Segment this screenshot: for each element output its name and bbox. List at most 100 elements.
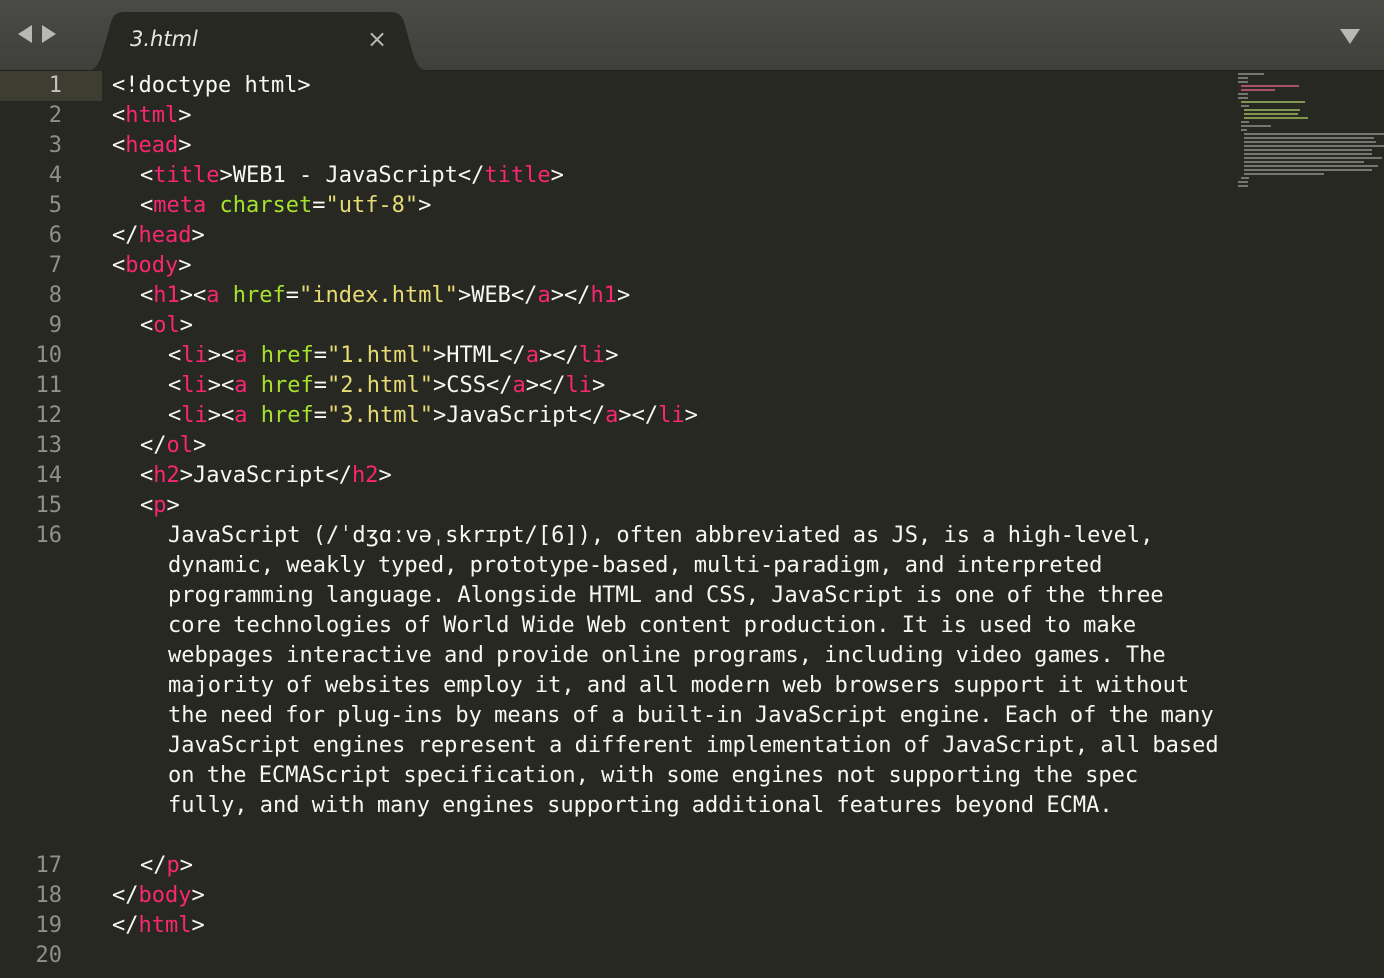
- code-line: <p>: [112, 491, 1227, 521]
- arrow-left-icon[interactable]: [18, 25, 32, 43]
- code-line: <li><a href="2.html">CSS</a></li>: [112, 371, 1227, 401]
- punct: <: [140, 463, 154, 488]
- line-number: 8: [48, 283, 62, 308]
- tag-name: ol: [166, 433, 194, 458]
- code-area[interactable]: <!doctype html> <html> <head> <title>WEB…: [112, 71, 1227, 971]
- minimap-line: [1244, 161, 1364, 163]
- tag-name: a: [234, 403, 248, 428]
- minimap-line: [1241, 177, 1249, 179]
- code-editor[interactable]: 1 2 3 4 5 6 7 8 9 10 11 12 13 14 15 16 1…: [0, 71, 1384, 978]
- code-line: </ol>: [112, 431, 1227, 461]
- attr-name: href: [260, 343, 314, 368]
- close-icon[interactable]: ×: [365, 24, 389, 54]
- punct: <: [168, 373, 182, 398]
- punct: >: [191, 913, 205, 938]
- tag-name: body: [125, 253, 179, 278]
- punct: <: [140, 313, 154, 338]
- punct: >: [418, 193, 432, 218]
- navigation-arrows: [18, 25, 56, 43]
- punct: =: [313, 343, 327, 368]
- text-content: WEB1 - JavaScript: [232, 163, 458, 188]
- minimap-line: [1244, 137, 1374, 139]
- code-line: <li><a href="1.html">HTML</a></li>: [112, 341, 1227, 371]
- code-line: <li><a href="3.html">JavaScript</a></li>: [112, 401, 1227, 431]
- tag-name: h2: [351, 463, 379, 488]
- punct: >: [207, 373, 221, 398]
- punct: >: [538, 343, 553, 368]
- punct: </: [499, 343, 526, 368]
- tab-3-html[interactable]: 3.html ×: [85, 12, 430, 71]
- punct: >: [219, 163, 233, 188]
- attr-name: href: [232, 283, 286, 308]
- minimap-line: [1241, 129, 1247, 131]
- minimap-line: [1241, 105, 1249, 107]
- line-number: 7: [48, 253, 62, 278]
- punct: <: [112, 253, 126, 278]
- punct: </: [563, 283, 591, 308]
- punct: =: [312, 193, 326, 218]
- line-number: 5: [48, 193, 62, 218]
- minimap-line: [1238, 93, 1248, 95]
- minimap[interactable]: [1236, 71, 1384, 191]
- tag-name: body: [138, 883, 192, 908]
- text-content: WEB: [471, 283, 511, 308]
- minimap-line: [1244, 117, 1308, 119]
- punct: >: [191, 223, 205, 248]
- code-line: <title>WEB1 - JavaScript</title>: [112, 161, 1227, 191]
- punct: >: [193, 433, 207, 458]
- editor-window: 3.html × 1 2 3 4 5 6 7 8 9 10 11 12 13 1…: [0, 0, 1384, 978]
- line-number: 15: [35, 493, 63, 518]
- tag-name: h1: [590, 283, 617, 308]
- punct: <: [140, 493, 154, 518]
- line-number: 20: [35, 943, 63, 968]
- tag-name: title: [484, 163, 551, 188]
- punct: >: [432, 373, 447, 398]
- minimap-line: [1238, 73, 1264, 75]
- punct: </: [510, 283, 538, 308]
- punct: </: [631, 403, 659, 428]
- chevron-down-icon[interactable]: [1340, 29, 1360, 44]
- tag-name: h2: [153, 463, 180, 488]
- line-number: 17: [35, 853, 63, 878]
- minimap-line: [1244, 145, 1384, 147]
- punct: >: [378, 463, 392, 488]
- text-content: JavaScript: [446, 403, 579, 428]
- code-line: <h2>JavaScript</h2>: [112, 461, 1227, 491]
- punct: </: [325, 463, 352, 488]
- punct: >: [179, 283, 193, 308]
- punct: <: [168, 343, 182, 368]
- minimap-line: [1238, 77, 1248, 79]
- minimap-line: [1244, 165, 1378, 167]
- minimap-line: [1244, 133, 1384, 135]
- code-line: <ol>: [112, 311, 1227, 341]
- punct: </: [578, 403, 606, 428]
- punct: >: [179, 853, 193, 878]
- punct: </: [538, 373, 566, 398]
- minimap-line: [1244, 141, 1376, 143]
- punct: >: [178, 133, 192, 158]
- minimap-line: [1238, 97, 1248, 99]
- punct: </: [112, 223, 139, 248]
- tag-name: li: [181, 403, 208, 428]
- punct: >: [432, 343, 447, 368]
- arrow-right-icon[interactable]: [42, 25, 56, 43]
- line-number: 6: [48, 223, 62, 248]
- tag-name: li: [181, 373, 208, 398]
- tag-name: p: [166, 853, 180, 878]
- code-line: <h1><a href="index.html">WEB</a></h1>: [112, 281, 1227, 311]
- tag-name: a: [206, 283, 220, 308]
- text-content: HTML: [446, 343, 500, 368]
- punct: >: [178, 253, 192, 278]
- punct: </: [140, 433, 167, 458]
- code-line: <html>: [112, 101, 1227, 131]
- minimap-line: [1241, 89, 1275, 91]
- attr-value: "utf-8": [325, 193, 419, 218]
- line-number: 9: [48, 313, 62, 338]
- tab-bar: 3.html ×: [0, 0, 1384, 71]
- tab-title: 3.html: [130, 27, 198, 51]
- tag-name: a: [525, 343, 539, 368]
- line-number: 2: [48, 103, 62, 128]
- minimap-line: [1244, 113, 1298, 115]
- line-number: 19: [35, 913, 63, 938]
